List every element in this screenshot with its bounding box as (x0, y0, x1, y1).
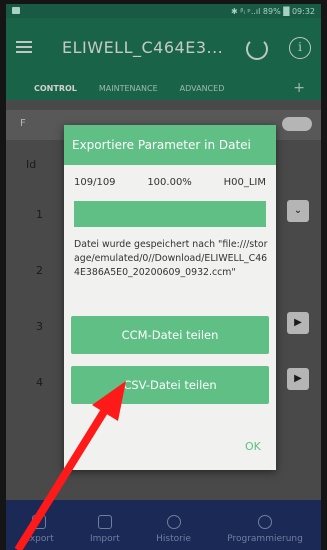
progress-info: 109/109 100.00% H00_LIM (74, 177, 266, 188)
progress-count: 109/109 (74, 177, 116, 188)
dialog-title: Exportiere Parameter in Datei (64, 125, 276, 165)
saved-file-message: Datei wurde gespeichert nach "file:///st… (74, 239, 268, 278)
share-csv-button[interactable]: CSV-Datei teilen (71, 366, 269, 404)
progress-percent: 100.00% (147, 177, 192, 188)
phone-screen: ✱ ᵝᵢ ᵖ..ıl 89% █ 09:32 ELIWELL_C464E3...… (0, 0, 327, 550)
current-parameter: H00_LIM (223, 177, 266, 188)
share-ccm-button[interactable]: CCM-Datei teilen (71, 316, 269, 354)
export-dialog: Exportiere Parameter in Datei 109/109 10… (64, 125, 276, 470)
progress-bar (74, 201, 266, 227)
progress-fill (74, 201, 266, 227)
ok-button[interactable]: OK (245, 440, 261, 453)
